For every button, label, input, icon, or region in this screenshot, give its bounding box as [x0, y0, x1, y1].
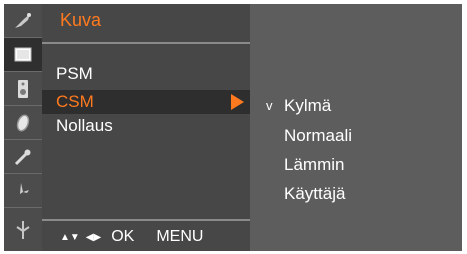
pointer-icon[interactable]: [4, 174, 42, 208]
sub-item-lammin[interactable]: Lämmin: [266, 153, 344, 177]
menu-item-psm[interactable]: PSM: [42, 62, 250, 86]
sub-item-label: Kylmä: [284, 96, 332, 115]
antenna-icon[interactable]: [4, 208, 42, 251]
menu-icon-column: [4, 4, 42, 251]
title-divider: [42, 42, 250, 44]
ok-hint: OK: [111, 228, 135, 245]
navigation-hints: ▲▼ ◀▶ OK MENU: [60, 226, 203, 248]
leftright-arrows-icon: ◀▶: [85, 231, 102, 243]
speaker-icon[interactable]: [4, 72, 42, 106]
sub-item-kayttaja[interactable]: Käyttäjä: [266, 182, 345, 206]
updown-arrows-icon: ▲▼: [60, 231, 80, 243]
nav-divider: [42, 219, 250, 221]
sub-menu-panel: v Kylmä Normaali Lämmin Käyttäjä: [250, 4, 462, 251]
sub-item-label: Normaali: [284, 126, 353, 145]
menu-item-nollaus[interactable]: Nollaus: [42, 114, 250, 138]
sub-item-normaali[interactable]: Normaali: [266, 124, 352, 148]
menu-item-csm[interactable]: CSM: [42, 90, 250, 114]
sub-item-kylma[interactable]: v Kylmä: [266, 94, 331, 118]
screen-icon[interactable]: [4, 38, 42, 72]
timer-icon[interactable]: [4, 106, 42, 140]
picture-settings-icon[interactable]: [4, 4, 42, 38]
menu-title: Kuva: [60, 10, 102, 30]
sub-item-label: Lämmin: [284, 155, 345, 174]
key-icon[interactable]: [4, 140, 42, 174]
main-menu-panel: Kuva PSM CSM Nollaus ▲▼ ◀▶ OK MENU: [42, 4, 250, 251]
check-mark-icon: v: [266, 98, 273, 113]
menu-item-label: PSM: [56, 64, 93, 83]
menu-item-label: Nollaus: [56, 116, 113, 135]
menu-hint: MENU: [156, 228, 204, 245]
osd-menu: Kuva PSM CSM Nollaus ▲▼ ◀▶ OK MENU v Kyl…: [4, 4, 462, 251]
menu-item-label: CSM: [56, 92, 94, 111]
submenu-arrow-icon: [231, 94, 244, 110]
sub-item-label: Käyttäjä: [284, 184, 346, 203]
